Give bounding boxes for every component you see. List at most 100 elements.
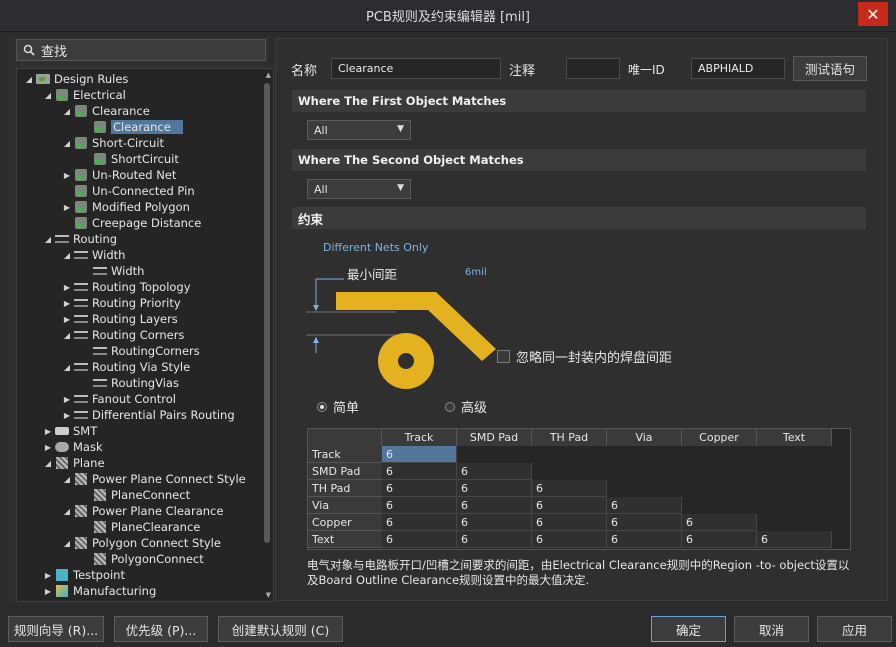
name-field[interactable]: Clearance	[331, 58, 501, 79]
collapse-arrow-icon[interactable]: ◢	[61, 475, 73, 484]
cancel-button[interactable]: 取消	[734, 616, 809, 642]
matrix-cell[interactable]: 6	[457, 531, 532, 548]
tree-item[interactable]: RoutingVias	[80, 375, 179, 391]
close-button[interactable]: ✕	[858, 2, 888, 26]
expand-arrow-icon[interactable]: ▶	[61, 411, 73, 420]
tree-item[interactable]: ◢ Design Rules	[23, 71, 128, 87]
matrix-cell[interactable]: 6	[457, 463, 532, 480]
matrix-cell[interactable]: 6	[607, 514, 682, 531]
tree-item[interactable]: ▶ SMT	[42, 423, 97, 439]
matrix-cell[interactable]: 6	[457, 480, 532, 497]
tree-item[interactable]: Clearance	[80, 119, 183, 135]
tree-item[interactable]: ◢ Short-Circuit	[61, 135, 164, 151]
collapse-arrow-icon[interactable]: ◢	[61, 107, 73, 116]
tree-item[interactable]: Width	[80, 263, 144, 279]
collapse-arrow-icon[interactable]: ◢	[61, 331, 73, 340]
matrix-cell[interactable]: 6	[457, 514, 532, 531]
matrix-cell[interactable]: 6	[757, 531, 832, 548]
ignore-pad-clearance-checkbox[interactable]: 忽略同一封装内的焊盘间距	[497, 347, 672, 366]
collapse-arrow-icon[interactable]: ◢	[42, 91, 54, 100]
expand-arrow-icon[interactable]: ▶	[61, 171, 73, 180]
tree-item[interactable]: ◢ Routing Via Style	[61, 359, 190, 375]
expand-arrow-icon[interactable]: ▶	[61, 315, 73, 324]
collapse-arrow-icon[interactable]: ◢	[61, 363, 73, 372]
tree-item[interactable]: ▶ Fanout Control	[61, 391, 176, 407]
second-object-dropdown[interactable]: All ▼	[307, 179, 411, 199]
tree-item[interactable]: ▶ Routing Topology	[61, 279, 191, 295]
advanced-radio[interactable]: 高级	[445, 397, 487, 416]
matrix-cell[interactable]: 6	[532, 531, 607, 548]
priority-button[interactable]: 优先级 (P)...	[114, 616, 208, 642]
matrix-cell[interactable]: 6	[382, 514, 457, 531]
matrix-cell[interactable]: 6	[382, 531, 457, 548]
expand-arrow-icon[interactable]: ▶	[42, 571, 54, 580]
uid-field[interactable]: ABPHIALD	[691, 58, 785, 79]
radio-icon[interactable]	[445, 401, 455, 412]
tree-item[interactable]: ShortCircuit	[80, 151, 179, 167]
tree-item[interactable]: ▶ Routing Layers	[61, 311, 178, 327]
checkbox-box[interactable]	[497, 350, 510, 363]
scroll-down-icon[interactable]: ▼	[266, 591, 271, 599]
tree-scrollbar[interactable]	[264, 83, 270, 543]
collapse-arrow-icon[interactable]: ◢	[23, 75, 35, 84]
tree-item[interactable]: Un-Connected Pin	[61, 183, 195, 199]
simple-radio[interactable]: 简单	[317, 397, 359, 416]
tree-item[interactable]: PlaneConnect	[80, 487, 190, 503]
collapse-arrow-icon[interactable]: ◢	[42, 459, 54, 468]
tree-item[interactable]: ◢ Polygon Connect Style	[61, 535, 221, 551]
tree-item[interactable]: PlaneClearance	[80, 519, 200, 535]
first-object-dropdown[interactable]: All ▼	[307, 120, 411, 140]
expand-arrow-icon[interactable]: ▶	[61, 299, 73, 308]
tree-item[interactable]: PolygonConnect	[80, 551, 204, 567]
collapse-arrow-icon[interactable]: ◢	[61, 139, 73, 148]
tree-item[interactable]: RoutingCorners	[80, 343, 200, 359]
comment-field[interactable]	[566, 58, 620, 79]
matrix-cell[interactable]: 6	[457, 497, 532, 514]
matrix-cell[interactable]: 6	[532, 497, 607, 514]
expand-arrow-icon[interactable]: ▶	[61, 203, 73, 212]
scroll-up-icon[interactable]: ▲	[266, 71, 271, 79]
tree-item[interactable]: ▶ Manufacturing	[42, 583, 156, 599]
tree-item[interactable]: ▶ Differential Pairs Routing	[61, 407, 235, 423]
expand-arrow-icon[interactable]: ▶	[61, 283, 73, 292]
tree-item[interactable]: ◢ Routing	[42, 231, 117, 247]
tree-item[interactable]: ▶ Testpoint	[42, 567, 125, 583]
matrix-cell[interactable]: 6	[682, 514, 757, 531]
tree-item[interactable]: ◢ Width	[61, 247, 126, 263]
expand-arrow-icon[interactable]: ▶	[42, 587, 54, 596]
create-default-rules-button[interactable]: 创建默认规则 (C)	[218, 616, 343, 642]
matrix-cell[interactable]: 6	[382, 446, 457, 463]
tree-item[interactable]: ▶ Routing Priority	[61, 295, 181, 311]
matrix-cell[interactable]: 6	[607, 497, 682, 514]
tree-item[interactable]: ◢ Clearance	[61, 103, 150, 119]
collapse-arrow-icon[interactable]: ◢	[42, 235, 54, 244]
tree-item[interactable]: ◢ Routing Corners	[61, 327, 185, 343]
expand-arrow-icon[interactable]: ▶	[42, 427, 54, 436]
collapse-arrow-icon[interactable]: ◢	[61, 507, 73, 516]
matrix-cell[interactable]: 6	[382, 480, 457, 497]
matrix-cell[interactable]: 6	[382, 463, 457, 480]
test-query-button[interactable]: 测试语句	[793, 56, 867, 81]
matrix-cell[interactable]: 6	[382, 497, 457, 514]
expand-arrow-icon[interactable]: ▶	[42, 443, 54, 452]
tree-item[interactable]: ◢ Power Plane Clearance	[61, 503, 224, 519]
tree-item[interactable]: ◢ Plane	[42, 455, 105, 471]
matrix-cell[interactable]: 6	[532, 514, 607, 531]
collapse-arrow-icon[interactable]: ◢	[61, 251, 73, 260]
tree-item[interactable]: ◢ Power Plane Connect Style	[61, 471, 246, 487]
matrix-cell[interactable]: 6	[532, 480, 607, 497]
collapse-arrow-icon[interactable]: ◢	[61, 539, 73, 548]
matrix-cell[interactable]: 6	[682, 531, 757, 548]
matrix-cell[interactable]: 6	[607, 531, 682, 548]
apply-button[interactable]: 应用	[817, 616, 892, 642]
ok-button[interactable]: 确定	[651, 616, 726, 642]
expand-arrow-icon[interactable]: ▶	[61, 395, 73, 404]
search-box[interactable]: 查找	[16, 39, 266, 61]
tree-item[interactable]: ◢ Electrical	[42, 87, 126, 103]
tree-item[interactable]: Creepage Distance	[61, 215, 201, 231]
rule-wizard-button[interactable]: 规则向导 (R)...	[8, 616, 104, 642]
tree-item[interactable]: ▶ Mask	[42, 439, 103, 455]
tree-item[interactable]: ▶ Un-Routed Net	[61, 167, 176, 183]
radio-selected-icon[interactable]	[317, 401, 327, 412]
tree-item[interactable]: ▶ Modified Polygon	[61, 199, 190, 215]
